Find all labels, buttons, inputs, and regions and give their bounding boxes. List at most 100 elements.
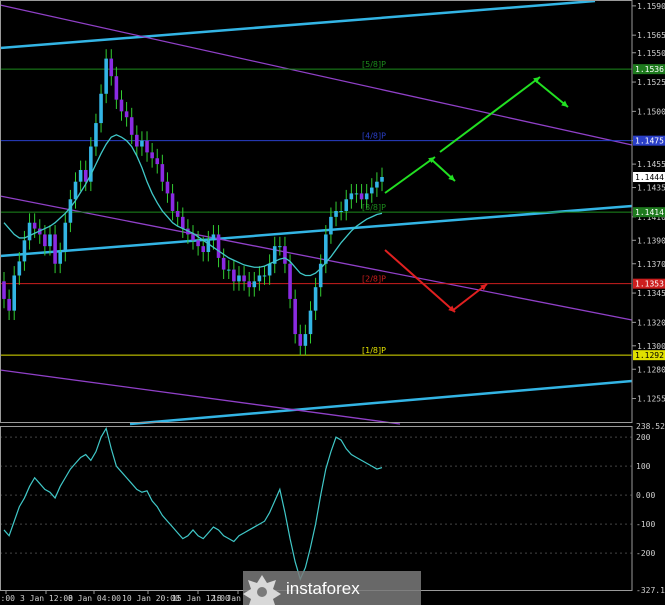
murrey-level-label-3: [3/8]P — [362, 203, 386, 212]
candle-body — [145, 140, 149, 153]
candle-body — [344, 199, 349, 211]
candle-body — [17, 261, 22, 276]
candle-body — [124, 111, 129, 118]
candle-body — [247, 281, 251, 288]
candle-body — [160, 164, 165, 182]
candle-body — [334, 211, 338, 217]
candle-body — [2, 281, 6, 299]
oscillator-axis-tick-label-0: 238.5227 — [636, 422, 665, 431]
candle-body — [78, 169, 83, 182]
candle-body — [303, 334, 308, 346]
candle-body — [32, 222, 37, 229]
price-tag-label-5: 1.1292 — [635, 351, 664, 360]
oscillator-axis-tick-label-1: 200 — [636, 433, 651, 442]
candle-body — [354, 193, 359, 195]
candle-body — [380, 177, 384, 182]
price-axis-tick-label-1: 1.1565 — [637, 31, 665, 40]
candle-body — [293, 298, 297, 335]
candle-body — [22, 240, 27, 262]
candle-body — [119, 99, 124, 112]
candle-body — [43, 234, 47, 247]
candle-body — [94, 123, 98, 147]
candle-body — [27, 222, 32, 241]
candle-body — [99, 93, 103, 124]
price-axis-tick-label-10: 1.1370 — [637, 260, 665, 269]
candle-body — [68, 199, 73, 223]
time-axis-tick-label-2: 8 Jan 04:00 — [68, 594, 121, 603]
candle-body — [369, 187, 374, 194]
candle-body — [288, 263, 292, 299]
candle-body — [114, 76, 119, 100]
oscillator-axis-tick-label-3: 0.00 — [636, 491, 655, 500]
watermark-text: instaforex — [286, 579, 360, 598]
candle-body — [58, 252, 62, 264]
candle-body — [191, 234, 195, 241]
candle-body — [262, 275, 267, 277]
candle-body — [298, 334, 303, 346]
instaforex-watermark: instaforex — [243, 571, 421, 605]
candle-body — [48, 234, 52, 247]
time-axis-tick-label-0: 2 Jan 12:00 — [0, 594, 15, 603]
candle-body — [170, 193, 175, 211]
candle-body — [232, 269, 236, 282]
candle-body — [252, 281, 257, 288]
candle-body — [339, 211, 343, 212]
price-axis-tick-label-0: 1.1590 — [637, 2, 665, 11]
candle-body — [150, 152, 154, 159]
candle-body — [211, 234, 216, 241]
candle-body — [308, 310, 313, 335]
candle-body — [242, 275, 246, 282]
candle-body — [283, 246, 287, 264]
price-axis-tick-label-12: 1.1320 — [637, 318, 665, 327]
candle-body — [257, 275, 262, 282]
candle-body — [216, 234, 221, 258]
price-axis-tick-label-13: 1.1300 — [637, 342, 665, 351]
price-axis-tick-label-9: 1.1390 — [637, 236, 665, 245]
oscillator-axis-tick-label-2: 100 — [636, 462, 651, 471]
candle-body — [206, 240, 211, 253]
candle-body — [226, 269, 231, 271]
candle-body — [237, 275, 241, 282]
candle-body — [140, 140, 144, 147]
candle-body — [324, 234, 328, 264]
forex-chart: [5/8]P [4/8]P [3/8]P [2/8]P [1/8]P 1.1590 1.1… — [0, 0, 665, 605]
candle-body — [329, 216, 333, 235]
candle-body — [221, 257, 226, 270]
oscillator-axis-tick-label-6: -327.167 — [636, 586, 665, 595]
murrey-level-label-4: [2/8]P — [362, 275, 386, 284]
candle-body — [63, 222, 68, 253]
price-axis-tick-label-2: 1.1550 — [637, 49, 665, 58]
candle-body — [175, 211, 180, 217]
murrey-level-label-2: [4/8]P — [362, 132, 386, 141]
price-tag-label-1: 1.1475 — [635, 137, 664, 146]
oscillator-axis-tick-label-4: -100 — [636, 520, 655, 529]
candle-body — [180, 216, 185, 229]
candle-body — [196, 240, 200, 247]
candle-body — [129, 117, 134, 135]
candle-body — [53, 234, 57, 264]
candle-body — [135, 134, 139, 147]
candle-body — [349, 193, 354, 200]
candle-body — [313, 287, 318, 311]
price-axis-tick-label-4: 1.1500 — [637, 107, 665, 116]
candle-body — [364, 193, 369, 200]
candle-body — [109, 58, 114, 77]
candle-body — [375, 181, 379, 188]
price-axis-tick-label-3: 1.1525 — [637, 78, 665, 87]
candle-body — [359, 193, 364, 200]
price-axis-tick-label-7: 1.1435 — [637, 184, 665, 193]
candle-body — [12, 275, 17, 311]
murrey-level-label-5: [1/8]P — [362, 346, 386, 355]
candle-body — [104, 58, 108, 94]
price-axis-tick-label-15: 1.1255 — [637, 395, 665, 404]
candle-body — [155, 158, 160, 165]
oscillator-axis-tick-label-5: -200 — [636, 549, 655, 558]
price-tag-label-2: 1.1444 — [635, 173, 664, 182]
time-axis-tick-label-1: 3 Jan 12:00 — [20, 594, 73, 603]
time-axis-tick-label-5: 18 Jan — [212, 594, 241, 603]
price-tag-label-4: 1.1353 — [635, 280, 664, 289]
murrey-level-label-1: [5/8]P — [362, 60, 386, 69]
candle-body — [201, 246, 206, 253]
price-axis-tick-label-14: 1.1280 — [637, 365, 665, 374]
price-tag-label-3: 1.1414 — [635, 208, 664, 217]
